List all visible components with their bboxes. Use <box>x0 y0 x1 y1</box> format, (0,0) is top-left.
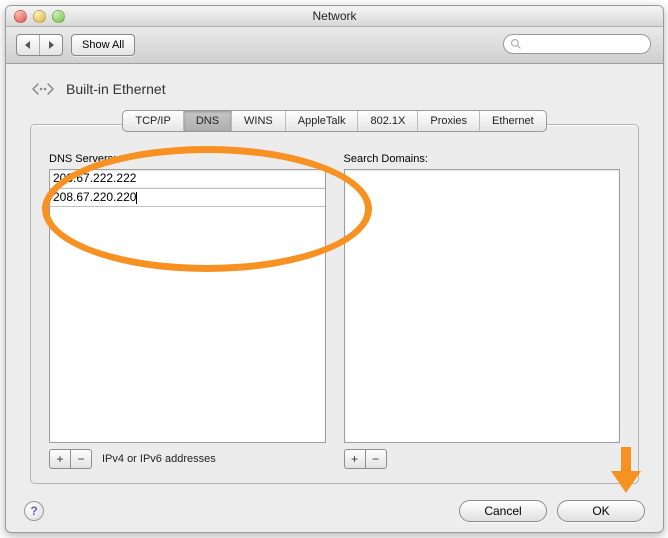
remove-dns-button[interactable]: − <box>70 449 92 469</box>
back-button[interactable] <box>17 35 40 55</box>
search-domains-column: Search Domains: + − <box>344 153 621 469</box>
tab-8021x[interactable]: 802.1X <box>358 111 418 131</box>
dns-hint: IPv4 or IPv6 addresses <box>102 453 216 465</box>
add-dns-button[interactable]: + <box>49 449 70 469</box>
window-title: Network <box>6 9 663 23</box>
cancel-button[interactable]: Cancel <box>459 500 547 522</box>
close-window-button[interactable] <box>14 10 27 23</box>
traffic-lights <box>6 10 65 23</box>
forward-button[interactable] <box>40 35 62 55</box>
pane-header: Built-in Ethernet <box>6 64 663 100</box>
zoom-window-button[interactable] <box>52 10 65 23</box>
tab-tcpip[interactable]: TCP/IP <box>123 111 183 131</box>
ok-button[interactable]: OK <box>557 500 645 522</box>
remove-search-domain-button[interactable]: − <box>365 449 387 469</box>
tab-dns[interactable]: DNS <box>184 111 232 131</box>
add-search-domain-button[interactable]: + <box>344 449 365 469</box>
tab-proxies[interactable]: Proxies <box>418 111 480 131</box>
footer: ? Cancel OK <box>24 500 645 522</box>
dns-servers-label: DNS Servers: <box>49 153 326 165</box>
search-domains-label: Search Domains: <box>344 153 621 165</box>
tab-ethernet[interactable]: Ethernet <box>480 111 546 131</box>
ethernet-icon <box>30 78 56 100</box>
dns-servers-list[interactable]: 208.67.222.222 208.67.220.220 <box>49 169 326 443</box>
toolbar: Show All <box>6 27 663 64</box>
tab-appletalk[interactable]: AppleTalk <box>286 111 359 131</box>
search-input[interactable] <box>503 34 651 54</box>
dns-column: DNS Servers: 208.67.222.222 208.67.220.2… <box>49 153 326 469</box>
list-item[interactable]: 208.67.220.220 <box>50 188 325 207</box>
search-domains-button-row: + − <box>344 449 621 469</box>
window: Network Show All <box>5 5 664 533</box>
search-domains-list[interactable] <box>344 169 621 443</box>
tab-wins[interactable]: WINS <box>232 111 286 131</box>
content-panel: DNS Servers: 208.67.222.222 208.67.220.2… <box>30 124 639 484</box>
minimize-window-button[interactable] <box>33 10 46 23</box>
titlebar: Network <box>6 6 663 27</box>
show-all-button[interactable]: Show All <box>71 34 135 56</box>
pane-title: Built-in Ethernet <box>66 81 166 97</box>
tab-bar: TCP/IP DNS WINS AppleTalk 802.1X Proxies… <box>6 110 663 132</box>
search-icon <box>510 38 522 50</box>
dns-button-row: + − IPv4 or IPv6 addresses <box>49 449 326 469</box>
nav-back-forward <box>16 34 63 56</box>
help-button[interactable]: ? <box>24 501 44 521</box>
list-item[interactable]: 208.67.222.222 <box>50 170 325 188</box>
